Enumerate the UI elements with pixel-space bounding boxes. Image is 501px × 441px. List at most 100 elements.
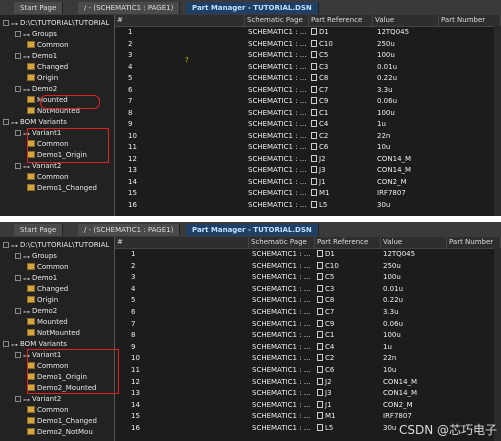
tree-node[interactable]: Changed [27,62,68,73]
expand-toggle-icon[interactable] [15,275,21,281]
tree-node[interactable]: Mounted [27,95,68,106]
col-number[interactable]: # [115,15,245,26]
table-row[interactable]: 7 SCHEMATIC1 : ... C9 0.06u [115,96,501,107]
tree-node[interactable]: ⊶ BOM Variants [3,117,67,128]
table-row[interactable]: 3 SCHEMATIC1 : ... C5 100u [115,50,501,61]
tree-node[interactable]: Demo2_NotMou [27,427,93,438]
expand-toggle-icon[interactable] [15,130,21,136]
table-row[interactable]: 10 SCHEMATIC1 : ... C2 22n [115,353,501,364]
tree-node[interactable]: Demo1_Changed [27,183,97,194]
expand-toggle-icon[interactable] [3,242,9,248]
tree-node[interactable]: Common [27,361,69,372]
tab-part-manager-2[interactable]: Part Manager - TUTORIAL.DSN [186,224,319,236]
table-row[interactable]: 13 SCHEMATIC1 : ... J3 CON14_M [115,388,501,399]
table-row[interactable]: 14 SCHEMATIC1 : ... J1 CON2_M [115,177,501,188]
tree-node[interactable]: ⊶ Variant1 [15,350,61,361]
tree-node[interactable]: Common [27,40,69,51]
table-row[interactable]: 5 SCHEMATIC1 : ... C8 0.22u [115,73,501,84]
table-row[interactable]: 8 SCHEMATIC1 : ... C1 100u [115,108,501,119]
col-part-reference-2[interactable]: Part Reference [315,237,381,248]
expand-toggle-icon[interactable] [15,86,21,92]
tree-node[interactable]: ⊶ Demo2 [15,84,57,95]
table-row[interactable]: 1 SCHEMATIC1 : ... D1 12TQ045 [115,27,501,38]
tree-node[interactable]: Demo1_Changed [27,416,97,427]
tree-node[interactable]: Mounted [27,317,68,328]
tree-node[interactable]: ⊶ Groups [15,29,57,40]
tree-node[interactable]: Origin [27,73,58,84]
table-row[interactable]: 2 SCHEMATIC1 : ... C10 250u [115,39,501,50]
grid-scrollbar-2[interactable] [494,248,501,441]
table-row[interactable]: 3 SCHEMATIC1 : ... C5 100u [115,272,501,283]
tree-node[interactable]: ⊶ Variant2 [15,161,61,172]
tree-node[interactable]: Common [27,405,69,416]
table-row[interactable]: 12 SCHEMATIC1 : ... J2 CON14_M [115,377,501,388]
tree-node[interactable]: Demo1_Origin [27,150,87,161]
table-row[interactable]: 8 SCHEMATIC1 : ... C1 100u [115,330,501,341]
col-schematic-page[interactable]: Schematic Page [245,15,309,26]
col-part-number-2[interactable]: Part Number [447,237,501,248]
table-row[interactable]: 6 SCHEMATIC1 : ... C7 3.3u [115,307,501,318]
tab-schematic-page-2[interactable]: / - (SCHEMATIC1 : PAGE1) [78,224,181,236]
tree-node[interactable]: ⊶ Variant1 [15,128,61,139]
row-number-text: 10 [128,131,137,140]
expand-toggle-icon[interactable] [3,20,9,26]
expand-toggle-icon[interactable] [3,341,9,347]
tree-node[interactable]: NotMounted [27,106,80,117]
row-number: 16 [128,200,137,211]
tree-node[interactable]: ⊶ D:\C\TUTORIAL\TUTORIAL [3,240,109,251]
table-row[interactable]: 13 SCHEMATIC1 : ... J3 CON14_M [115,165,501,176]
table-row[interactable]: 1 SCHEMATIC1 : ... D1 12TQ045 [115,249,501,260]
expand-toggle-icon[interactable] [15,396,21,402]
table-row[interactable]: 4 SCHEMATIC1 : ... C3 0.01u [115,284,501,295]
tree-node[interactable]: Demo2_Mounted [27,383,96,394]
table-row[interactable]: 7 SCHEMATIC1 : ... C9 0.06u [115,319,501,330]
table-row[interactable]: 12 SCHEMATIC1 : ... J2 CON14_M [115,154,501,165]
table-row[interactable]: 11 SCHEMATIC1 : ... C6 10u [115,142,501,153]
tree-node[interactable]: Common [27,139,69,150]
tab-schematic-page[interactable]: / - (SCHEMATIC1 : PAGE1) [78,2,181,14]
table-row[interactable]: 11 SCHEMATIC1 : ... C6 10u [115,365,501,376]
tree-node[interactable]: Demo1_Origin [27,372,87,383]
expand-toggle-icon[interactable] [15,163,21,169]
tree-node[interactable]: ⊶ Variant2 [15,394,61,405]
tab-part-manager[interactable]: Part Manager - TUTORIAL.DSN [186,2,319,14]
col-part-reference[interactable]: Part Reference [309,15,373,26]
tree-node[interactable]: Common [27,262,69,273]
tree-node[interactable]: ⊶ Groups [15,251,57,262]
tree-node[interactable]: Changed [27,284,68,295]
tree-node[interactable]: ⊶ Demo1 [15,51,57,62]
table-row[interactable]: 4 SCHEMATIC1 : ... C3 0.01u [115,62,501,73]
tree-node[interactable]: Origin [27,295,58,306]
expand-toggle-icon[interactable] [15,31,21,37]
tree-node[interactable]: ⊶ BOM Variants [3,339,67,350]
tree-node[interactable]: Common [27,172,69,183]
tab-start-page[interactable]: Start Page [14,2,64,14]
table-row[interactable]: 15 SCHEMATIC1 : ... M1 IRF7807 [115,188,501,199]
table-row[interactable]: 10 SCHEMATIC1 : ... C2 22n [115,131,501,142]
table-row[interactable]: 2 SCHEMATIC1 : ... C10 250u [115,261,501,272]
table-row[interactable]: 14 SCHEMATIC1 : ... J1 CON2_M [115,400,501,411]
grid-scrollbar[interactable] [494,26,501,216]
table-row[interactable]: 5 SCHEMATIC1 : ... C8 0.22u [115,295,501,306]
col-number-2[interactable]: # [115,237,249,248]
tab-start-page-2[interactable]: Start Page [14,224,64,236]
tree-node[interactable]: ⊶ Demo1 [15,273,57,284]
expand-toggle-icon[interactable] [3,119,9,125]
expand-toggle-icon[interactable] [15,352,21,358]
expand-toggle-icon[interactable] [15,253,21,259]
table-row[interactable]: 6 SCHEMATIC1 : ... C7 3.3u [115,85,501,96]
col-value[interactable]: Value [373,15,439,26]
tree-node[interactable]: NotMounted [27,328,80,339]
row-number-text: 4 [128,62,133,71]
tree-node[interactable]: ⊶ D:\C\TUTORIAL\TUTORIAL [3,18,109,29]
table-row[interactable]: 9 SCHEMATIC1 : ... C4 1u [115,119,501,130]
part-icon [317,261,323,269]
tree-node[interactable]: ⊶ Demo2 [15,306,57,317]
table-row[interactable]: 16 SCHEMATIC1 : ... L5 30u [115,200,501,211]
table-row[interactable]: 9 SCHEMATIC1 : ... C4 1u [115,342,501,353]
expand-toggle-icon[interactable] [15,308,21,314]
col-schematic-page-2[interactable]: Schematic Page [249,237,315,248]
col-value-2[interactable]: Value [381,237,447,248]
expand-toggle-icon[interactable] [15,53,21,59]
col-part-number[interactable]: Part Number [439,15,501,26]
